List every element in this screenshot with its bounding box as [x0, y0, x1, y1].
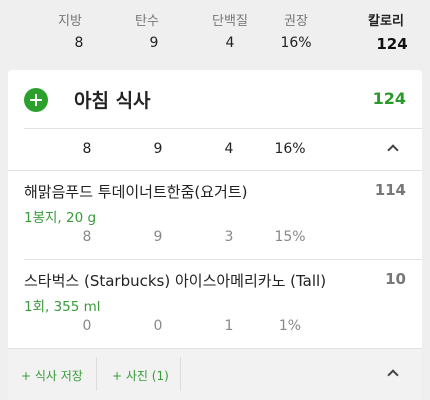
add-photo-button[interactable]: + 사진 (1): [112, 367, 169, 384]
meal-header[interactable]: 아침 식사 124: [8, 70, 422, 128]
protein-header: 단백질: [212, 14, 248, 29]
food-protein: 1: [224, 318, 234, 334]
food-serving: 1회, 355 ml: [24, 299, 101, 315]
breakfast-card: 아침 식사 124 8 9 4 16% 해맑음푸드 투데이너트한줌(요거트) 1…: [8, 70, 422, 400]
food-item[interactable]: 해맑음푸드 투데이너트한줌(요거트) 114 1봉지, 20 g 8 9 3 1…: [8, 170, 422, 259]
calories-header: 칼로리: [368, 14, 404, 29]
plus-circle-icon[interactable]: [24, 88, 48, 112]
food-calories: 10: [385, 270, 406, 288]
daily-summary: 지방 탄수 단백질 권장 칼로리 8 9 4 16% 124: [0, 0, 430, 66]
chevron-up-icon[interactable]: [387, 369, 399, 381]
food-calories: 114: [374, 181, 406, 199]
fat-total: 8: [74, 35, 84, 51]
protein-total: 4: [225, 35, 235, 51]
fat-header: 지방: [58, 14, 82, 29]
recommended-total: 16%: [280, 35, 312, 51]
food-item[interactable]: 스타벅스 (Starbucks) 아이스아메리카노 (Tall) 10 1회, …: [8, 259, 422, 348]
meal-totals-row: 8 9 4 16%: [8, 128, 422, 170]
meal-calories: 124: [372, 89, 406, 108]
food-recommended: 1%: [278, 318, 302, 334]
chevron-up-icon[interactable]: [387, 144, 399, 156]
food-carbs: 9: [153, 229, 163, 245]
food-fat: 8: [82, 229, 92, 245]
recommended-header: 권장: [284, 14, 308, 29]
meal-footer: + 식사 저장 + 사진 (1): [8, 348, 422, 400]
calories-total: 124: [376, 35, 408, 53]
food-fat: 0: [82, 318, 92, 334]
food-recommended: 15%: [274, 229, 306, 245]
carbs-total: 9: [149, 35, 159, 51]
food-name: 스타벅스 (Starbucks) 아이스아메리카노 (Tall): [24, 272, 327, 290]
food-name: 해맑음푸드 투데이너트한줌(요거트): [24, 183, 248, 201]
meal-title: 아침 식사: [74, 90, 151, 112]
meal-fat: 8: [82, 141, 92, 157]
food-protein: 3: [224, 229, 234, 245]
food-serving: 1봉지, 20 g: [24, 210, 97, 226]
carbs-header: 탄수: [135, 14, 159, 29]
divider: [180, 357, 181, 391]
meal-carbs: 9: [153, 141, 163, 157]
meal-recommended: 16%: [274, 141, 306, 157]
food-carbs: 0: [153, 318, 163, 334]
meal-protein: 4: [224, 141, 234, 157]
save-meal-button[interactable]: + 식사 저장: [21, 367, 83, 384]
divider: [96, 357, 97, 391]
